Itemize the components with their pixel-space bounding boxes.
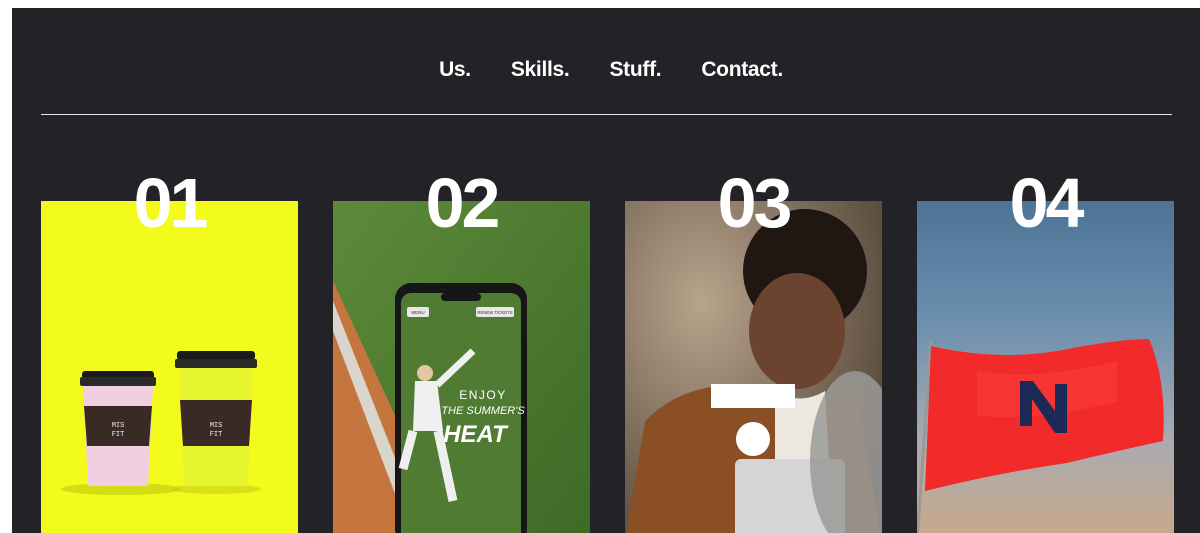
project-card-03[interactable]	[625, 201, 882, 533]
phone-headline-1: ENJOY	[459, 388, 507, 402]
flag-image	[917, 339, 1164, 533]
page: Us. Skills. Stuff. Contact. MIS FIT MIS …	[12, 8, 1200, 533]
project-number-03: 03	[717, 164, 793, 242]
nav-link-stuff[interactable]: Stuff.	[609, 58, 661, 82]
project-card-02[interactable]: MENU RENEW TICKETS ENJOY THE SUMMER'S HE…	[333, 201, 590, 533]
phone-menu-label: MENU	[411, 310, 424, 315]
phone-renew-label: RENEW TICKETS	[477, 310, 512, 315]
cup-text: MIS	[210, 422, 223, 430]
project-number-01: 01	[133, 164, 209, 242]
project-number-02: 02	[425, 164, 501, 242]
coffee-cups-image: MIS FIT MIS FIT	[61, 351, 261, 495]
project-number-04: 04	[1009, 164, 1085, 242]
nav-link-us[interactable]: Us.	[439, 58, 471, 82]
cup-text: MIS	[112, 422, 125, 430]
nav-divider	[41, 114, 1172, 115]
cup-text: FIT	[210, 431, 223, 439]
nav-link-skills[interactable]: Skills.	[511, 58, 570, 82]
baseball-app-image: MENU RENEW TICKETS ENJOY THE SUMMER'S HE…	[333, 201, 590, 533]
cup-text: FIT	[112, 431, 125, 439]
project-card-04[interactable]	[917, 201, 1174, 533]
phone-headline-3: HEAT	[443, 421, 509, 448]
project-card-01[interactable]: MIS FIT MIS FIT	[41, 201, 298, 533]
phone-headline-2: THE SUMMER'S	[441, 405, 525, 417]
nav-link-contact[interactable]: Contact.	[701, 58, 783, 82]
person-photo-image	[625, 201, 882, 533]
main-nav: Us. Skills. Stuff. Contact.	[12, 58, 1200, 82]
